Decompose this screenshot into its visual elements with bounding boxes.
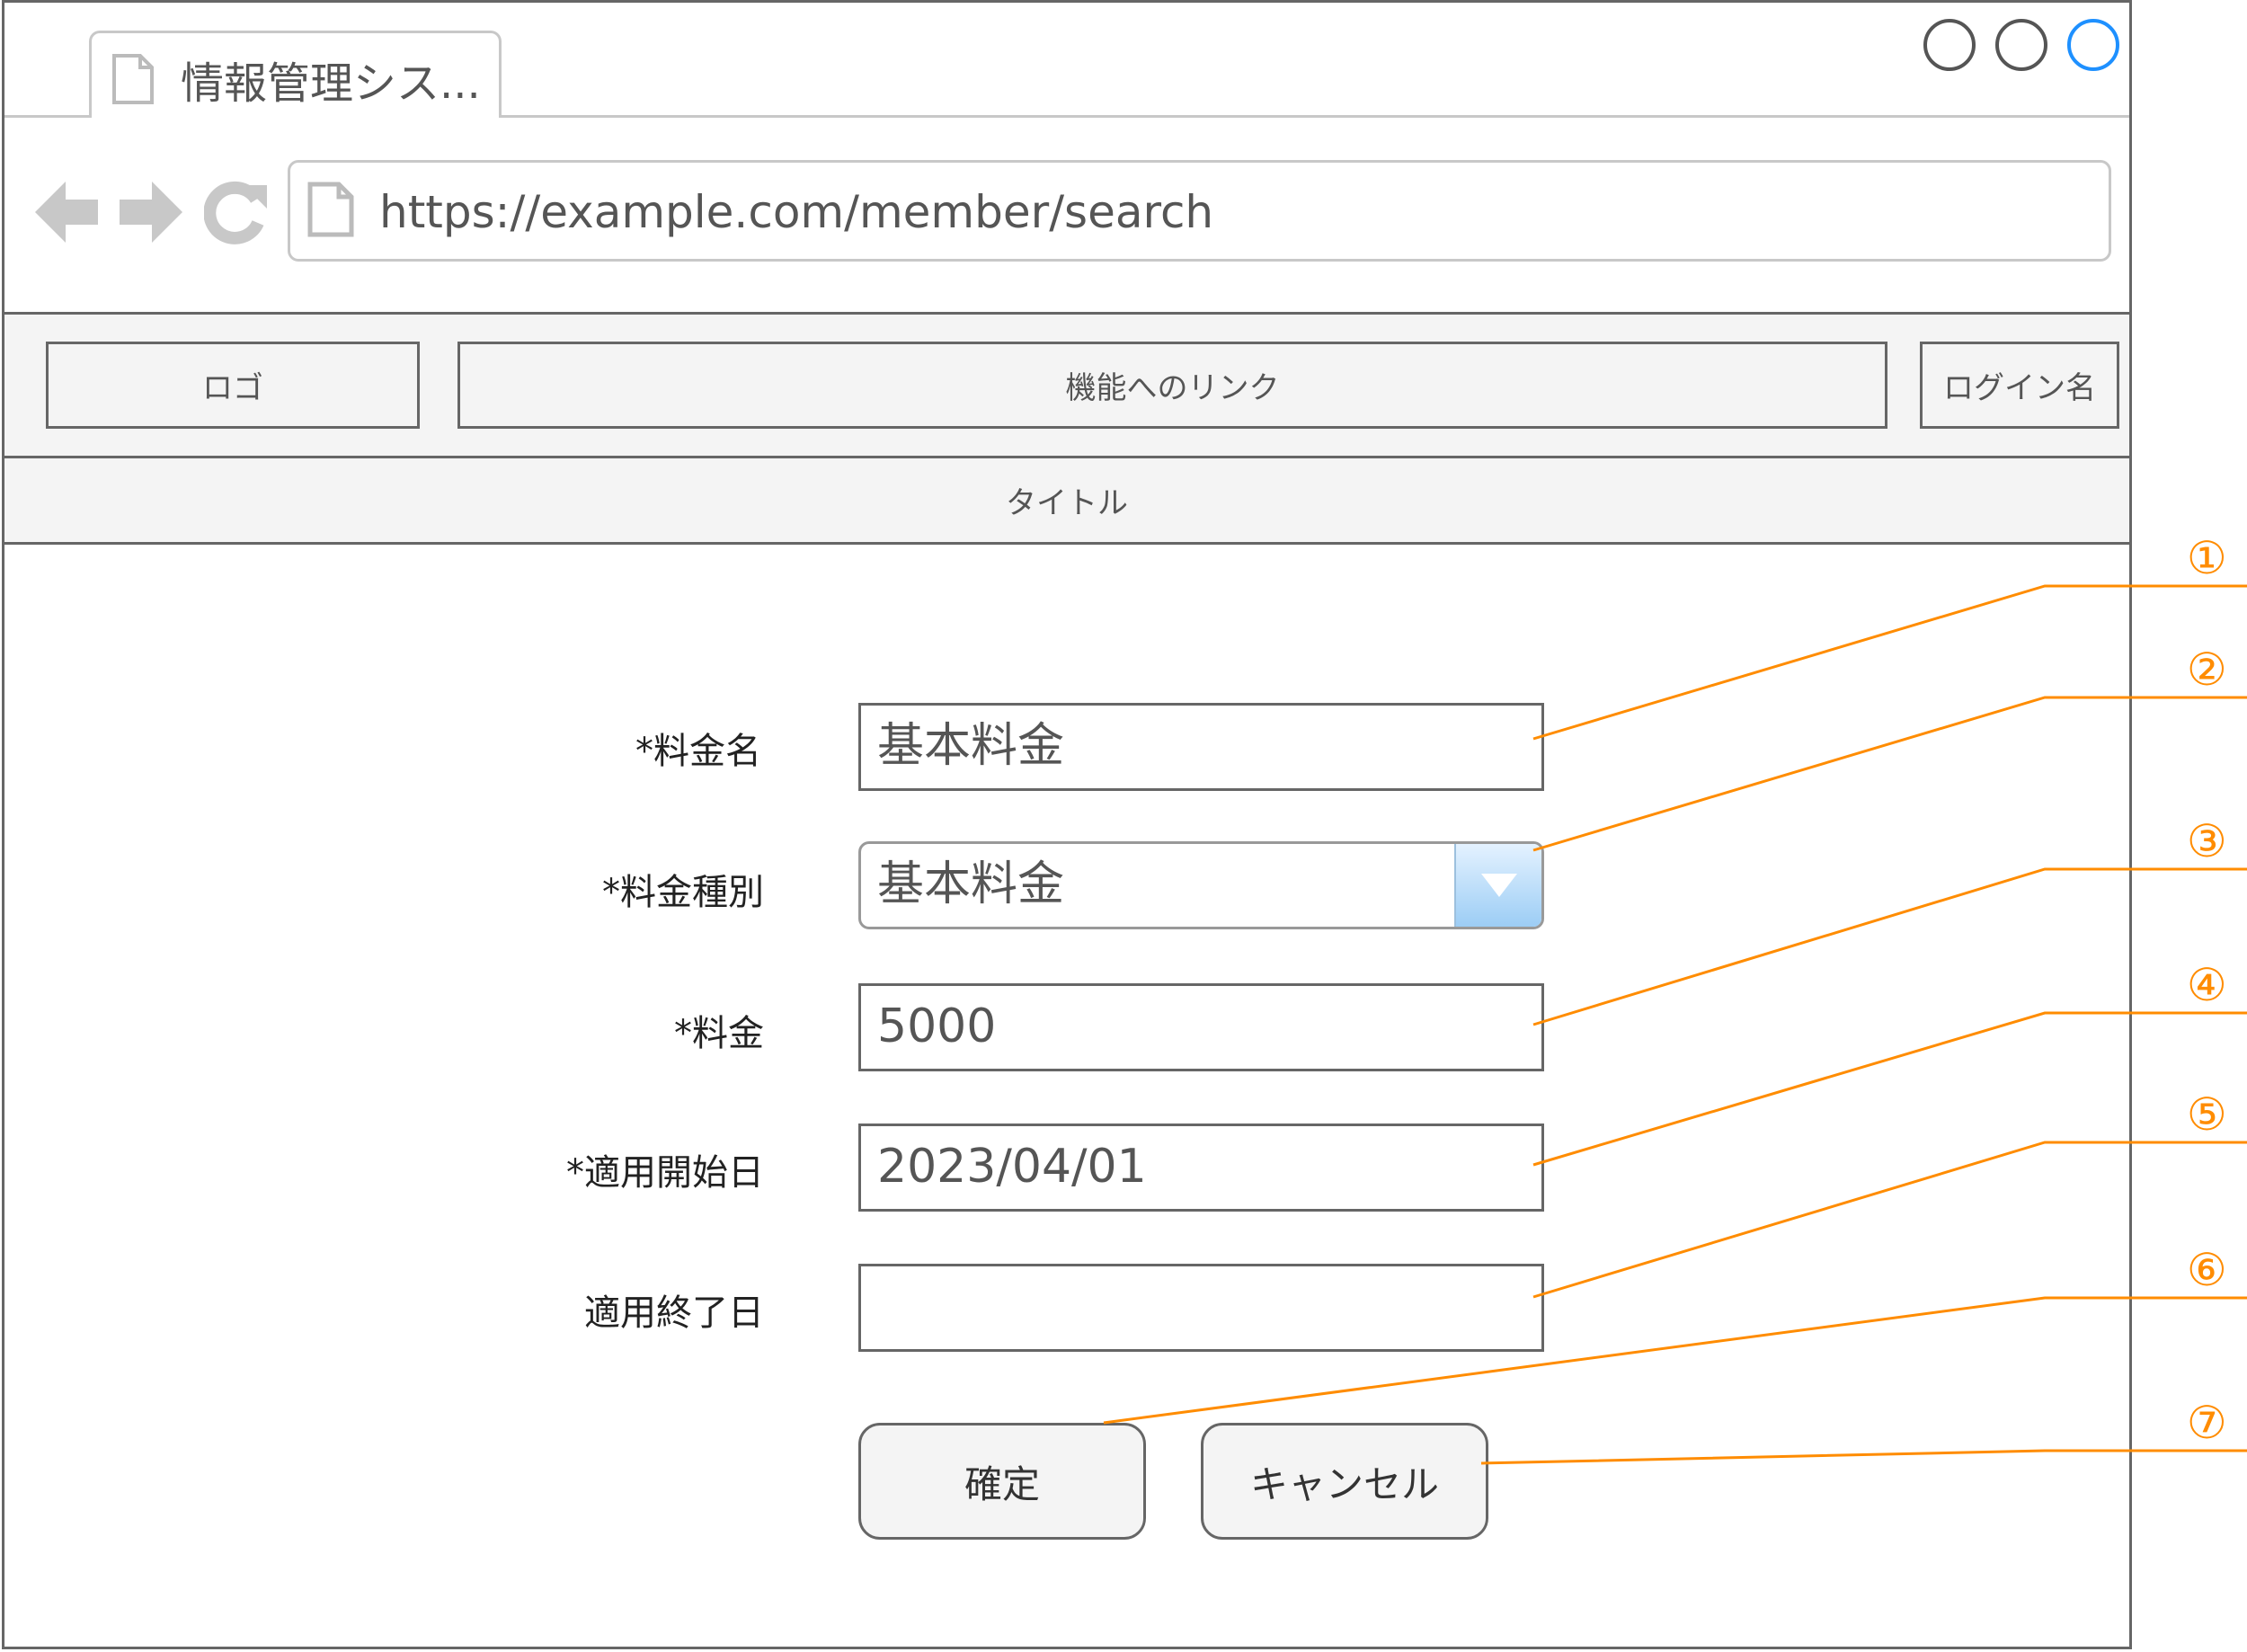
callout-2: ② — [2187, 644, 2227, 696]
callout-5: ⑤ — [2187, 1088, 2227, 1141]
callout-1: ① — [2187, 532, 2227, 584]
callout-3: ③ — [2187, 815, 2227, 867]
callout-lines — [1103, 584, 2247, 1465]
callout-line-1 — [1532, 584, 2247, 741]
callout-line-5 — [1532, 1141, 2247, 1299]
callout-line-3 — [1532, 867, 2247, 1026]
callout-6: ⑥ — [2187, 1244, 2227, 1296]
callout-4: ④ — [2187, 959, 2227, 1011]
callout-7: ⑦ — [2187, 1397, 2227, 1449]
callout-line-7 — [1480, 1449, 2247, 1465]
callout-line-2 — [1532, 696, 2247, 852]
callout-line-6 — [1103, 1296, 2247, 1425]
